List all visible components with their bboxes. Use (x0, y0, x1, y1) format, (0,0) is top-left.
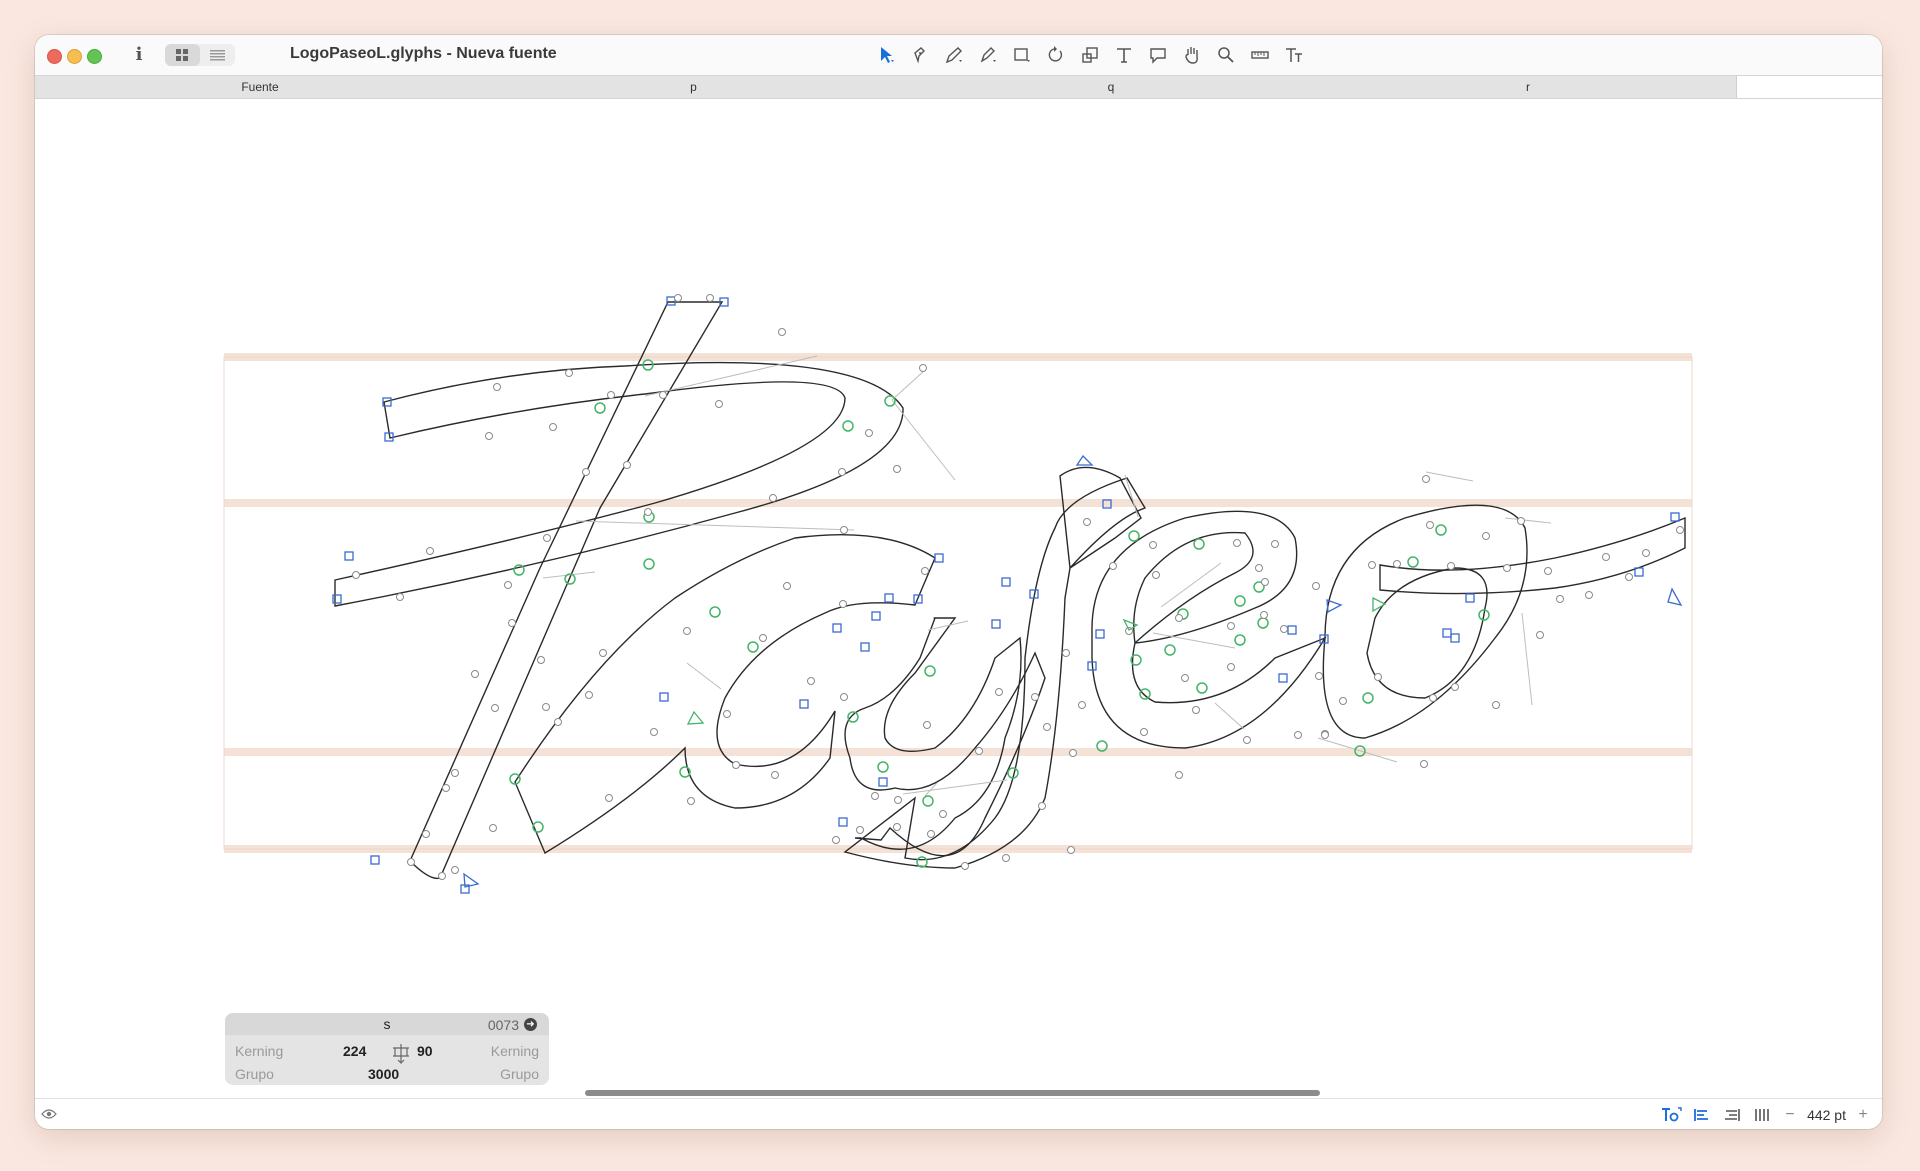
zoom-tool[interactable] (1211, 41, 1241, 69)
scale-tool[interactable] (1075, 41, 1105, 69)
list-view-icon (210, 50, 225, 61)
corner-nodes[interactable] (332, 296, 1680, 894)
pencil-tool-icon (980, 47, 996, 63)
align-right-button[interactable] (1721, 1105, 1743, 1125)
glyph-canvas[interactable] (35, 98, 1882, 1058)
zoom-out-button[interactable]: − (1781, 1106, 1799, 1124)
measure-tool-icon (1251, 51, 1269, 59)
tool-palette (871, 41, 1309, 69)
annotation-tool-icon (1150, 48, 1166, 64)
tab-p[interactable]: p (485, 76, 903, 98)
measure-tool[interactable] (1245, 41, 1275, 69)
left-sidebearing[interactable]: 224 (343, 1043, 366, 1059)
zoom-tool-icon (1218, 47, 1234, 63)
maximize-button[interactable] (87, 49, 102, 64)
glyph-width[interactable]: 3000 (368, 1066, 399, 1082)
minimize-button[interactable] (67, 49, 82, 64)
group-right-label: Grupo (500, 1066, 539, 1082)
status-controls: − 442 pt + (1661, 1105, 1872, 1125)
outline-p-stem (409, 301, 724, 880)
pencil-tool[interactable] (973, 41, 1003, 69)
align-left-button[interactable] (1691, 1105, 1713, 1125)
outline-s (844, 617, 1046, 857)
vertical-text-button[interactable] (1751, 1105, 1773, 1125)
tab-bar-empty (1737, 76, 1882, 98)
sidebearing-link-icon[interactable] (389, 1042, 413, 1064)
text-tool-icon (1117, 48, 1131, 63)
group-left-label: Grupo (235, 1066, 274, 1082)
outline-p-bowl (334, 361, 904, 607)
status-bar: − 442 pt + (35, 1098, 1882, 1129)
list-view-button[interactable] (200, 44, 235, 66)
rotate-tool[interactable] (1041, 41, 1071, 69)
kerning-left-label: Kerning (235, 1043, 284, 1059)
select-tool[interactable] (871, 41, 901, 69)
pen-tool-icon (945, 47, 962, 64)
tab-r[interactable]: r (1320, 76, 1737, 98)
glyph-info-header: s 0073 ➜ (225, 1013, 549, 1035)
grid-view-icon (176, 49, 188, 61)
glyph-unicode: 0073 (487, 1017, 519, 1033)
outline-tail (1379, 516, 1686, 595)
type-tool[interactable] (1279, 41, 1309, 69)
right-sidebearing[interactable]: 90 (417, 1043, 433, 1059)
align-left-icon (1694, 1109, 1709, 1121)
scale-tool-icon (1082, 47, 1098, 63)
align-right-icon (1725, 1109, 1740, 1121)
zoom-in-button[interactable]: + (1854, 1106, 1872, 1124)
titlebar: i LogoPaseoL.glyphs - Nueva fuente (35, 35, 1882, 75)
rotate-tool-icon (1048, 46, 1063, 62)
glyph-outlines[interactable] (334, 301, 1686, 880)
hand-tool[interactable] (1177, 41, 1207, 69)
tab-fuente[interactable]: Fuente (35, 76, 486, 98)
annotation-tool[interactable] (1143, 41, 1173, 69)
zoom-level[interactable]: 442 pt (1807, 1107, 1846, 1123)
grid-view-button[interactable] (165, 44, 200, 66)
rectangle-tool[interactable] (1007, 41, 1037, 69)
preview-eye-icon[interactable] (41, 1108, 57, 1120)
hand-tool-icon (1185, 47, 1198, 64)
select-tool-icon (881, 47, 894, 63)
metric-lines (223, 353, 1693, 853)
smooth-nodes[interactable] (509, 359, 1490, 868)
outline-a (514, 534, 936, 855)
text-direction-button[interactable] (1661, 1105, 1683, 1125)
info-button[interactable]: i (129, 44, 149, 66)
kerning-right-label: Kerning (490, 1043, 539, 1059)
draw-tool[interactable] (905, 41, 935, 69)
window-title: LogoPaseoL.glyphs - Nueva fuente (290, 45, 557, 62)
vertical-text-icon (1755, 1109, 1769, 1121)
glyph-info-panel: s 0073 ➜ Kerning 224 90 Kerning Grupo 30… (225, 1013, 549, 1085)
offcurve-points (352, 294, 1684, 880)
draw-tool-icon (914, 47, 925, 64)
tab-bar: Fuente p q r (35, 75, 1882, 99)
text-tool[interactable] (1109, 41, 1139, 69)
close-button[interactable] (47, 49, 62, 64)
outline-f (843, 466, 1147, 869)
rectangle-tool-icon (1014, 48, 1030, 62)
go-to-glyph-icon[interactable]: ➜ (524, 1018, 537, 1031)
text-direction-icon (1662, 1107, 1682, 1122)
tab-q[interactable]: q (902, 76, 1321, 98)
app-window: i LogoPaseoL.glyphs - Nueva fuente Fuent… (35, 35, 1882, 1129)
horizontal-scrollbar[interactable] (585, 1090, 1320, 1096)
type-tool-icon (1286, 48, 1302, 62)
view-mode-segmented (165, 44, 235, 66)
pen-tool[interactable] (939, 41, 969, 69)
